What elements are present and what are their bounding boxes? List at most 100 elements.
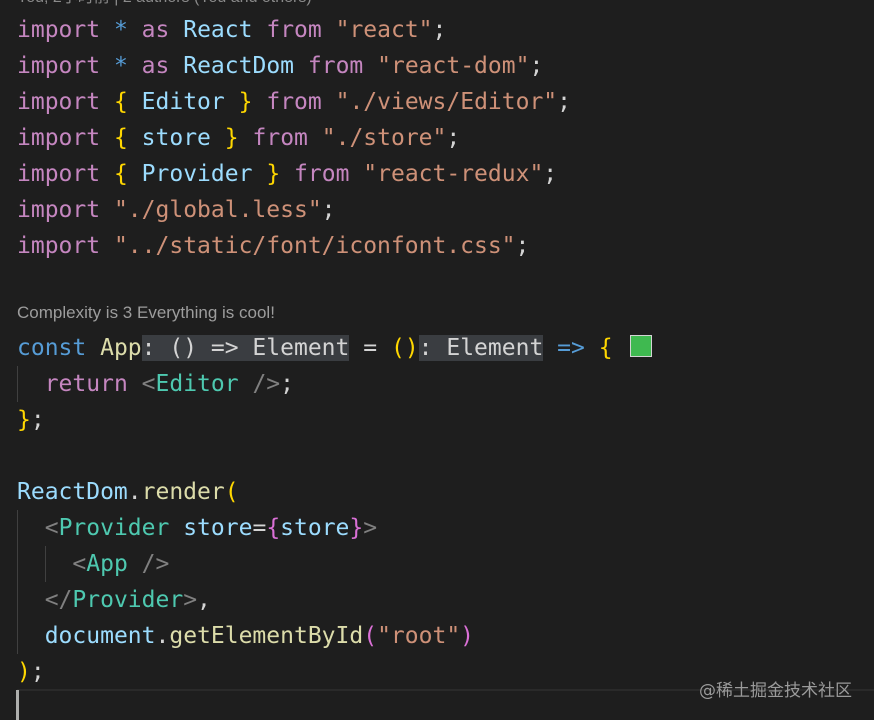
punctuation-token: ; <box>446 125 461 151</box>
bracket-token: ) <box>17 659 31 685</box>
keyword-token: const <box>17 335 87 361</box>
color-swatch-icon[interactable] <box>630 335 653 357</box>
operator-token: = <box>252 515 267 541</box>
code-editor[interactable]: You, 2小时前 | 2 authors (You and others) i… <box>0 0 874 720</box>
string-token: "react-dom" <box>377 53 530 79</box>
jsx-tag-token: Editor <box>155 371 239 397</box>
identifier-token: store <box>280 515 350 541</box>
bracket-token: ( <box>224 479 239 505</box>
jsx-bracket-token: > <box>363 515 378 541</box>
punctuation-token: ; <box>30 659 45 685</box>
code-line[interactable]: import { store } from "./store"; <box>17 120 460 156</box>
keyword-token: import <box>17 17 101 43</box>
keyword-token: from <box>266 17 322 43</box>
identifier-token: store <box>141 125 211 151</box>
keyword-token: import <box>17 233 101 259</box>
bracket-token: { <box>266 515 281 541</box>
watermark-text: @稀土掘金技术社区 <box>699 681 852 701</box>
bracket-token: } <box>238 89 253 115</box>
jsx-tag-token: Provider <box>58 515 170 541</box>
bracket-token: } <box>349 515 364 541</box>
punctuation-token: ; <box>529 53 544 79</box>
code-line[interactable]: import { Editor } from "./views/Editor"; <box>17 84 571 120</box>
code-line[interactable]: import "./global.less"; <box>17 192 336 228</box>
string-token: "react-redux" <box>363 161 544 187</box>
jsx-bracket-token: /> <box>238 371 281 397</box>
jsx-tag-token: Provider <box>72 587 184 613</box>
operator-token: * <box>113 17 128 43</box>
identifier-token: React <box>183 17 253 43</box>
bracket-token: { <box>113 161 128 187</box>
punctuation-token: ; <box>280 371 295 397</box>
punctuation-token: . <box>155 623 170 649</box>
code-line[interactable]: <Provider store={store}> <box>17 510 377 546</box>
keyword-token: import <box>17 89 101 115</box>
punctuation-token: . <box>127 479 142 505</box>
jsx-bracket-token: </ <box>44 587 73 613</box>
code-line[interactable]: ReactDom.render( <box>17 474 239 510</box>
keyword-token: import <box>17 197 101 223</box>
jsx-tag-token: App <box>86 551 128 577</box>
bracket-token: { <box>113 89 128 115</box>
keyword-token: import <box>17 125 101 151</box>
punctuation-token: ; <box>557 89 572 115</box>
code-line[interactable]: <App /> <box>17 546 169 582</box>
code-line[interactable]: const App: () => Element = (): Element =… <box>17 330 653 366</box>
bracket-token: { <box>113 125 128 151</box>
identifier-token: ReactDom <box>183 53 295 79</box>
git-blame-annotation: You, 2小时前 | 2 authors (You and others) <box>17 0 312 8</box>
punctuation-token: ; <box>321 197 336 223</box>
identifier-token: document <box>44 623 156 649</box>
string-token: "react" <box>335 17 433 43</box>
keyword-token: as <box>141 17 170 43</box>
bracket-token: } <box>266 161 281 187</box>
identifier-token: ReactDom <box>17 479 128 505</box>
keyword-token: import <box>17 53 101 79</box>
bracket-token: ( <box>390 335 405 361</box>
code-line[interactable]: import * as React from "react"; <box>17 12 446 48</box>
operator-token: = <box>363 335 378 361</box>
code-line[interactable]: return <Editor />; <box>17 366 294 402</box>
string-token: "root" <box>377 623 461 649</box>
code-line[interactable]: ); <box>17 654 45 690</box>
keyword-token: from <box>252 125 308 151</box>
operator-token: * <box>113 53 128 79</box>
string-token: "./views/Editor" <box>335 89 558 115</box>
jsx-bracket-token: < <box>72 551 87 577</box>
code-line[interactable]: </Provider>, <box>17 582 211 618</box>
code-line[interactable]: import * as ReactDom from "react-dom"; <box>17 48 543 84</box>
keyword-token: from <box>307 53 364 79</box>
jsx-bracket-token: < <box>141 371 156 397</box>
function-token: getElementById <box>169 623 364 649</box>
string-token: "./global.less" <box>113 197 322 223</box>
punctuation-token: ; <box>543 161 558 187</box>
string-token: "../static/font/iconfont.css" <box>113 233 516 259</box>
inlay-return-hint: : Element <box>418 335 544 361</box>
code-line[interactable]: }; <box>17 402 45 438</box>
punctuation-token: , <box>197 587 211 613</box>
punctuation-token: ; <box>432 17 447 43</box>
bracket-token: { <box>598 335 613 361</box>
keyword-token: from <box>294 161 350 187</box>
keyword-token: as <box>141 53 170 79</box>
string-token: "./store" <box>321 125 447 151</box>
identifier-token: Editor <box>141 89 225 115</box>
jsx-bracket-token: > <box>183 587 198 613</box>
jsx-bracket-token: /> <box>127 551 170 577</box>
keyword-token: from <box>266 89 322 115</box>
codelens-complexity[interactable]: Complexity is 3 Everything is cool! <box>17 300 275 326</box>
punctuation-token: ; <box>30 407 45 433</box>
bracket-token: } <box>224 125 239 151</box>
punctuation-token: ; <box>515 233 530 259</box>
bracket-token: } <box>17 407 31 433</box>
code-line[interactable]: document.getElementById("root") <box>17 618 474 654</box>
identifier-token: Provider <box>141 161 253 187</box>
inlay-type-hint: : () => Element <box>141 335 350 361</box>
keyword-token: import <box>17 161 101 187</box>
identifier-token: App <box>100 335 142 361</box>
code-line[interactable]: import { Provider } from "react-redux"; <box>17 156 557 192</box>
operator-token: => <box>557 335 585 361</box>
bracket-token: ( <box>363 623 378 649</box>
text-cursor <box>16 690 19 720</box>
code-line[interactable]: import "../static/font/iconfont.css"; <box>17 228 529 264</box>
